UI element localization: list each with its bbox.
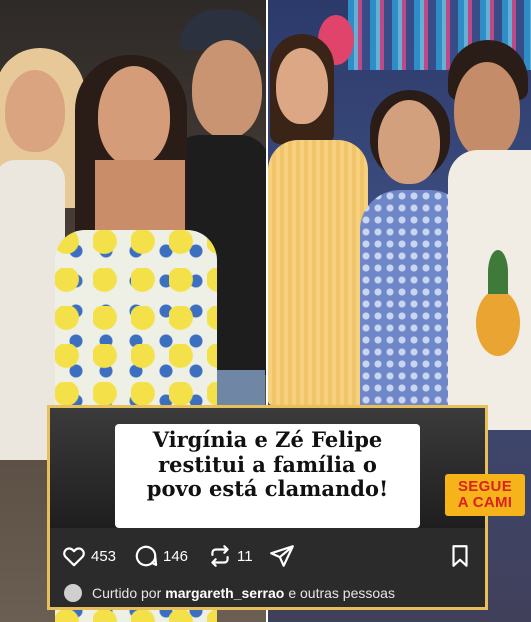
yellow-dress — [268, 140, 368, 405]
comment-button[interactable]: 146 — [133, 543, 188, 569]
pineapple-graphic — [476, 290, 520, 356]
like-button[interactable]: 453 — [61, 543, 116, 569]
comment-count: 146 — [163, 547, 189, 565]
liked-by-username[interactable]: margareth_serrao — [165, 585, 284, 601]
heart-icon — [63, 547, 85, 567]
liked-by-suffix[interactable]: e outras pessoas — [288, 585, 395, 601]
headline-line-2: restitui a família o — [158, 451, 377, 477]
man-left-face — [192, 40, 262, 138]
repost-icon — [211, 545, 229, 567]
woman-blue-face — [378, 100, 440, 184]
bookmark-icon — [452, 545, 468, 567]
badge-line-2: A CAMI — [457, 494, 513, 511]
follow-badge: SEGUE A CAMI — [445, 474, 525, 516]
woman-blonde-face — [5, 70, 65, 152]
comment-icon — [135, 545, 158, 567]
man-right-face — [454, 62, 520, 158]
repost-button[interactable]: 11 — [207, 543, 253, 569]
woman-yellow-face — [276, 48, 328, 124]
liked-by-prefix: Curtido por — [92, 585, 162, 601]
like-count: 453 — [91, 547, 117, 565]
pineapple-leaves — [488, 250, 508, 294]
share-button[interactable] — [269, 543, 295, 569]
liked-by-avatar — [64, 584, 82, 602]
headline-line-1: Virgínia e Zé Felipe — [152, 427, 383, 452]
bookmark-button[interactable] — [447, 543, 473, 569]
post-headline: Virgínia e Zé Felipe restitui a família … — [115, 424, 420, 528]
headline-line-3: povo está clamando! — [146, 476, 389, 502]
badge-line-1: SEGUE — [457, 478, 512, 495]
share-icon — [270, 545, 294, 567]
liked-by-row: Curtido por margareth_serrao e outras pe… — [64, 580, 395, 606]
repost-count: 11 — [237, 547, 253, 565]
post-actions: 453 146 11 — [47, 533, 488, 579]
woman-middle-face — [98, 66, 170, 166]
